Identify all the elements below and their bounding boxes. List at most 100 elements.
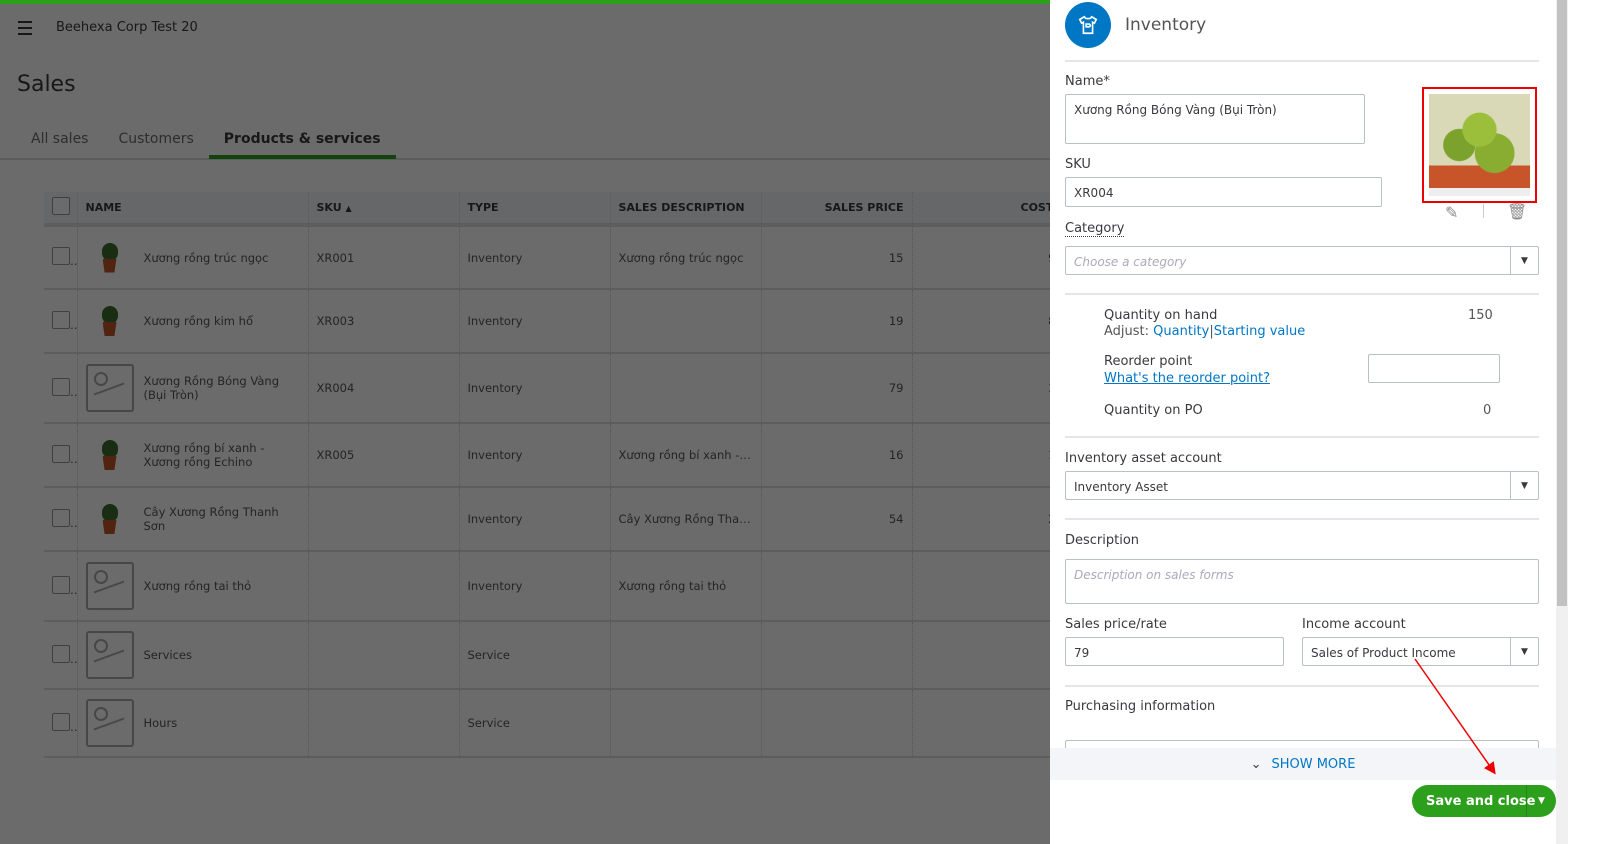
tab-products-services[interactable]: Products & services: [208, 128, 396, 159]
description-field[interactable]: Description on sales forms: [1065, 559, 1539, 604]
product-thumbnail: [86, 234, 134, 282]
row-checkbox[interactable]: [52, 247, 70, 265]
sku-cell: XR004: [308, 353, 460, 424]
cactus-photo: [1429, 94, 1530, 196]
table-row[interactable]: Xương rồng bí xanh - Xương rồng Echino X…: [44, 423, 1065, 488]
product-thumbnail: [86, 431, 134, 479]
product-name[interactable]: Services: [144, 648, 193, 662]
description-label: Description: [1065, 533, 1140, 548]
price-cell: [761, 621, 913, 690]
row-checkbox[interactable]: [52, 508, 70, 527]
sku-cell: XR003: [308, 289, 460, 354]
cost-cell: [912, 551, 1065, 622]
reorder-point-field[interactable]: [1368, 354, 1500, 383]
show-more-button[interactable]: ⌄ SHOW MORE: [1050, 748, 1556, 780]
row-checkbox[interactable]: [52, 712, 70, 731]
chevron-down-icon: ⌄: [1250, 756, 1262, 772]
type-cell: Inventory: [459, 289, 611, 354]
product-name[interactable]: Xương rồng kim hổ: [144, 314, 254, 328]
sales-price-field[interactable]: 79: [1065, 637, 1284, 666]
table-row[interactable]: Hours Service: [44, 689, 1065, 758]
cost-cell: 8: [912, 289, 1065, 354]
qpo-label: Quantity on PO: [1104, 403, 1203, 418]
product-thumbnail: [86, 297, 134, 345]
sku-cell: [308, 621, 460, 690]
table-row[interactable]: Xương rồng kim hổ XR003 Inventory 19 8: [44, 289, 1065, 354]
scrollbar-thumb[interactable]: [1557, 0, 1567, 606]
category-select[interactable]: Choose a category ▼: [1065, 246, 1539, 275]
product-name[interactable]: Cây Xương Rồng Thanh Sơn: [144, 505, 300, 533]
col-cost[interactable]: COST: [912, 192, 1065, 227]
panel-scrollbar[interactable]: [1556, 0, 1568, 844]
qoh-value: 150: [1468, 308, 1493, 323]
description-cell: [610, 353, 762, 424]
table-row[interactable]: Cây Xương Rồng Thanh Sơn Inventory Cây X…: [44, 487, 1065, 552]
product-name[interactable]: Xương rồng bí xanh - Xương rồng Echino: [144, 441, 300, 469]
type-cell: Service: [459, 689, 611, 758]
tab-all-sales[interactable]: All sales: [16, 128, 103, 158]
page-gutter: [1568, 0, 1600, 844]
divider: [1065, 685, 1539, 687]
panel-title: Inventory: [1125, 15, 1207, 35]
description-cell: [610, 621, 762, 690]
reorder-help-link[interactable]: What's the reorder point?: [1104, 371, 1270, 386]
table-row[interactable]: Xương Rồng Bóng Vàng (Bụi Tròn) XR004 In…: [44, 353, 1065, 424]
image-placeholder-icon: [85, 631, 134, 679]
row-checkbox[interactable]: [52, 644, 70, 663]
qpo-value: 0: [1483, 403, 1492, 418]
sort-asc-icon: ▲: [345, 204, 352, 213]
asset-account-select[interactable]: Inventory Asset ▼: [1065, 471, 1539, 500]
products-table: NAME SKU ▲ TYPE SALES DESCRIPTION SALES …: [44, 192, 1065, 758]
table-row[interactable]: Services Service: [44, 621, 1065, 690]
cost-cell: 9: [912, 225, 1065, 290]
menu-icon[interactable]: [18, 20, 38, 35]
tshirt-tag-icon: [1065, 2, 1111, 48]
adjust-starting-value-link[interactable]: Starting value: [1214, 324, 1306, 339]
sales-page-dimmed-backdrop[interactable]: Beehexa Corp Test 20 Sales All sales Cus…: [0, 0, 1065, 844]
row-checkbox[interactable]: [52, 310, 70, 329]
col-sales-price[interactable]: SALES PRICE: [761, 192, 913, 227]
row-checkbox[interactable]: [52, 575, 70, 594]
save-and-close-button[interactable]: Save and close ▼: [1412, 785, 1556, 817]
divider: [1483, 204, 1484, 218]
select-all-checkbox[interactable]: [52, 197, 70, 215]
cost-cell: 1: [912, 423, 1065, 488]
description-cell: Cây Xương Rồng Than...: [610, 487, 762, 552]
save-options-dropdown-icon[interactable]: ▼: [1526, 785, 1556, 817]
name-field[interactable]: Xương Rồng Bóng Vàng (Bụi Tròn): [1065, 94, 1365, 144]
image-placeholder-icon: [85, 699, 134, 747]
sku-cell: XR005: [308, 423, 460, 488]
row-checkbox[interactable]: [52, 444, 70, 463]
price-cell: [761, 551, 913, 622]
sku-cell: [308, 551, 460, 622]
asset-account-label: Inventory asset account: [1065, 451, 1222, 466]
table-row[interactable]: Xương rồng trúc ngọc XR001 Inventory Xươ…: [44, 225, 1065, 290]
sku-label: SKU: [1065, 157, 1091, 172]
chevron-down-icon[interactable]: ▼: [1510, 472, 1538, 499]
product-name[interactable]: Hours: [144, 716, 178, 730]
chevron-down-icon[interactable]: ▼: [1510, 638, 1538, 665]
image-placeholder-icon: [85, 364, 134, 412]
delete-image-trash-icon[interactable]: 🗑: [1507, 202, 1527, 221]
product-name[interactable]: Xương rồng tai thỏ: [144, 579, 252, 593]
table-row[interactable]: Xương rồng tai thỏ Inventory Xương rồng …: [44, 551, 1065, 622]
type-cell: Inventory: [459, 225, 611, 290]
income-account-select[interactable]: Sales of Product Income ▼: [1302, 637, 1539, 666]
adjust-quantity-link[interactable]: Quantity: [1153, 324, 1209, 339]
row-checkbox[interactable]: [52, 377, 70, 396]
sku-field[interactable]: XR004: [1065, 177, 1382, 207]
col-sku[interactable]: SKU ▲: [308, 192, 460, 227]
col-type[interactable]: TYPE: [459, 192, 611, 227]
product-name[interactable]: Xương rồng trúc ngọc: [144, 251, 269, 265]
product-image[interactable]: [1422, 87, 1537, 203]
tabs: All sales Customers Products & services: [0, 128, 1050, 160]
type-cell: Inventory: [459, 487, 611, 552]
col-name[interactable]: NAME: [77, 192, 309, 227]
tab-customers[interactable]: Customers: [103, 128, 208, 158]
description-cell: Xương rồng bí xanh - ...: [610, 423, 762, 488]
edit-image-pencil-icon[interactable]: ✎: [1445, 203, 1458, 222]
page-title: Sales: [17, 72, 76, 97]
product-name[interactable]: Xương Rồng Bóng Vàng (Bụi Tròn): [144, 374, 300, 402]
chevron-down-icon[interactable]: ▼: [1510, 247, 1538, 274]
col-sales-description[interactable]: SALES DESCRIPTION: [610, 192, 762, 227]
